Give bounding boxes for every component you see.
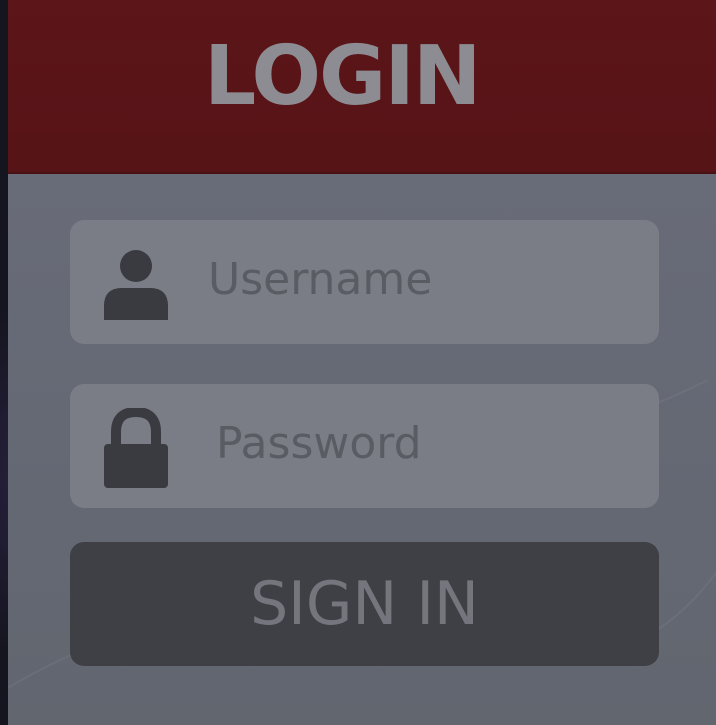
username-field[interactable]: Username bbox=[70, 220, 659, 344]
login-title: LOGIN bbox=[204, 29, 481, 124]
password-input[interactable]: Password bbox=[216, 422, 422, 466]
password-field[interactable]: Password bbox=[70, 384, 659, 508]
login-panel: LOGIN Username Password SIGN IN bbox=[8, 0, 716, 725]
sign-in-button[interactable]: SIGN IN bbox=[70, 542, 659, 666]
sign-in-label: SIGN IN bbox=[250, 569, 479, 639]
username-input[interactable]: Username bbox=[208, 258, 432, 302]
login-header: LOGIN bbox=[8, 0, 716, 174]
lock-icon bbox=[104, 408, 168, 488]
user-icon bbox=[104, 250, 168, 320]
